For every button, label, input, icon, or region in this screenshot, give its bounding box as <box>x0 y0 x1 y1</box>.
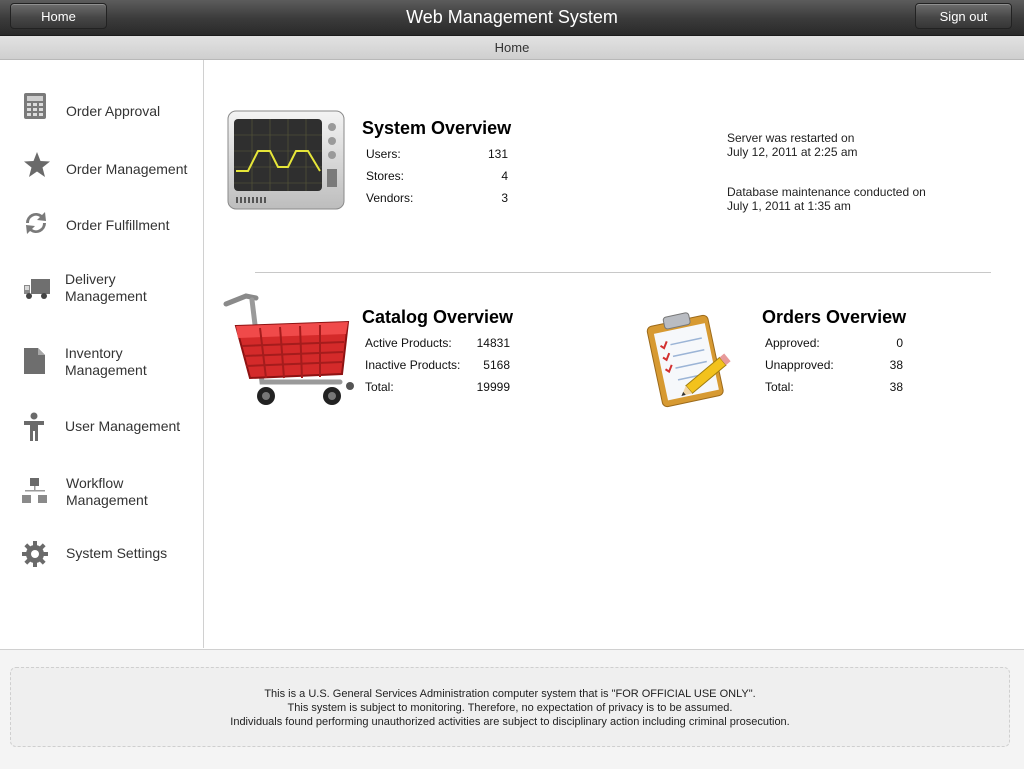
row-label: Stores: <box>366 169 405 183</box>
sidebar-item-system-settings[interactable]: System Settings <box>0 538 203 578</box>
note-line2: July 1, 2011 at 1:35 am <box>727 199 851 213</box>
gear-icon <box>22 541 48 567</box>
sidebar-item-label-line1: Inventory <box>65 345 123 361</box>
row-label: Inactive Products: <box>365 358 461 372</box>
note-line1: Database maintenance conducted on <box>727 185 926 199</box>
row-label: Approved: <box>765 336 820 350</box>
person-icon <box>24 412 44 441</box>
row-label: Users: <box>366 147 401 161</box>
home-button[interactable]: Home <box>10 3 107 29</box>
top-bar: Web Management System Home Sign out <box>0 0 1024 36</box>
table-row: Users: 131 <box>366 143 508 165</box>
database-maintenance-note: Database maintenance conducted on July 1… <box>727 185 926 213</box>
security-notice: This is a U.S. General Services Administ… <box>10 667 1010 747</box>
sidebar-item-label: Order Fulfillment <box>66 217 170 233</box>
app-title: Web Management System <box>406 7 618 27</box>
row-value: 19999 <box>476 380 510 394</box>
section-divider <box>255 272 991 273</box>
sidebar-item-inventory-management[interactable]: Inventory Management <box>0 340 203 386</box>
catalog-overview-table: Active Products: 14831 Inactive Products:… <box>365 332 510 398</box>
note-line2: July 12, 2011 at 2:25 am <box>727 145 858 159</box>
table-row: Active Products: 14831 <box>365 332 510 354</box>
table-row: Vendors: 3 <box>366 187 508 209</box>
monitor-icon <box>227 110 345 210</box>
system-overview-title: System Overview <box>362 118 512 138</box>
clipboard-icon <box>646 312 731 408</box>
row-label: Total: <box>765 380 794 394</box>
document-icon <box>24 348 45 374</box>
orders-overview-title: Orders Overview <box>762 307 907 327</box>
refresh-icon <box>26 212 46 234</box>
footer: This is a U.S. General Services Administ… <box>0 649 1024 769</box>
orders-overview-table: Approved: 0 Unapproved: 38 Total: 38 <box>765 332 903 398</box>
sidebar-item-label: User Management <box>65 418 181 434</box>
sidebar-item-label-line2: Management <box>65 362 147 378</box>
row-value: 131 <box>487 147 508 161</box>
shopping-cart-icon <box>223 293 354 405</box>
row-label: Vendors: <box>366 191 414 205</box>
row-label: Unapproved: <box>765 358 834 372</box>
row-value: 0 <box>896 336 903 350</box>
sidebar-item-label: Order Approval <box>66 103 161 119</box>
sidebar-item-delivery-management[interactable]: Delivery Management <box>0 266 203 312</box>
table-row: Stores: 4 <box>366 165 508 187</box>
row-label: Active Products: <box>365 336 452 350</box>
catalog-overview-title: Catalog Overview <box>362 307 514 327</box>
sidebar-item-label-line1: Delivery <box>65 271 116 287</box>
server-restart-note: Server was restarted on July 12, 2011 at… <box>727 131 858 159</box>
sidebar: Order Approval Order Management Order Fu… <box>0 60 204 648</box>
sidebar-item-label-line2: Management <box>65 288 147 304</box>
notice-line1: This is a U.S. General Services Administ… <box>264 688 756 700</box>
row-value: 4 <box>501 169 508 183</box>
row-label: Total: <box>365 380 394 394</box>
table-row: Total: 19999 <box>365 376 510 398</box>
row-value: 5168 <box>483 358 510 372</box>
sidebar-item-order-fulfillment[interactable]: Order Fulfillment <box>0 206 203 246</box>
star-icon <box>24 152 50 177</box>
table-row: Inactive Products: 5168 <box>365 354 510 376</box>
notice-line3: Individuals found performing unauthorize… <box>230 716 790 728</box>
main-content: System Overview Users: 131 Stores: 4 Vendo… <box>204 60 1024 648</box>
row-value: 3 <box>501 191 508 205</box>
sign-out-button[interactable]: Sign out <box>915 3 1012 29</box>
sidebar-item-label-line1: Workflow <box>66 475 124 491</box>
table-row: Approved: 0 <box>765 332 903 354</box>
note-line1: Server was restarted on <box>727 131 855 145</box>
table-row: Total: 38 <box>765 376 903 398</box>
sidebar-item-label: System Settings <box>66 545 168 561</box>
row-value: 38 <box>889 380 903 394</box>
sidebar-item-order-approval[interactable]: Order Approval <box>0 90 203 130</box>
sidebar-item-user-management[interactable]: User Management <box>0 410 203 450</box>
sidebar-item-workflow-management[interactable]: Workflow Management <box>0 470 203 516</box>
system-overview-table: Users: 131 Stores: 4 Vendors: 3 <box>366 143 508 209</box>
sidebar-item-label: Order Management <box>66 161 188 177</box>
sidebar-item-order-management[interactable]: Order Management <box>0 148 203 188</box>
sidebar-item-label-line2: Management <box>66 492 148 508</box>
row-value: 14831 <box>476 336 510 350</box>
table-row: Unapproved: 38 <box>765 354 903 376</box>
workflow-icon <box>22 478 47 503</box>
calculator-icon <box>24 93 46 119</box>
truck-icon <box>24 279 50 299</box>
row-value: 38 <box>889 358 903 372</box>
notice-line2: This system is subject to monitoring. Th… <box>287 702 733 714</box>
breadcrumb: Home <box>0 36 1024 60</box>
